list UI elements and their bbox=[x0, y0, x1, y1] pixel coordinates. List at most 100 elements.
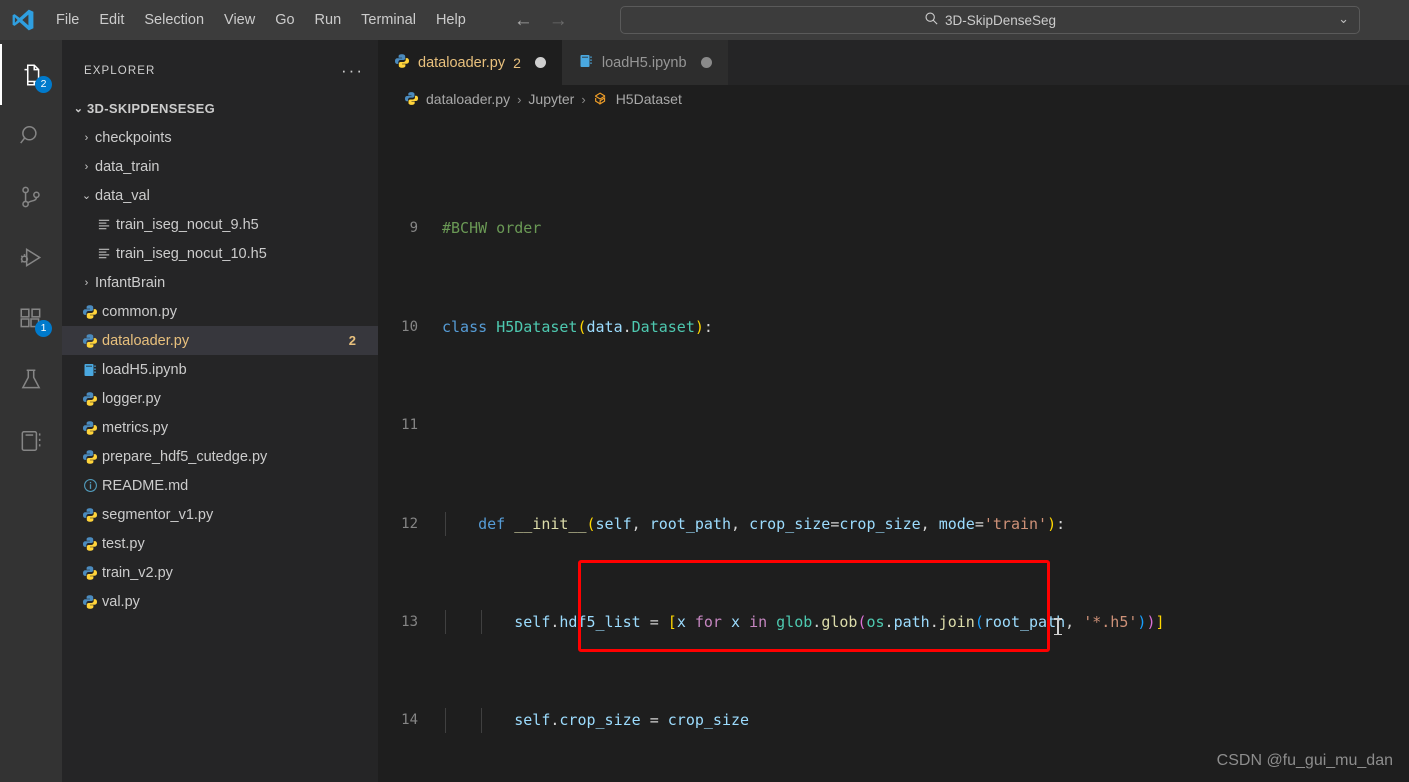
tab-dataloader-py[interactable]: dataloader.py 2 bbox=[378, 40, 562, 85]
code-line: 11 bbox=[378, 413, 1409, 438]
tab-label: dataloader.py bbox=[418, 54, 506, 71]
sidebar-header: EXPLORER ··· bbox=[62, 53, 378, 88]
tree-item-label: segmentor_v1.py bbox=[102, 506, 214, 523]
tree-item-common-py[interactable]: common.py bbox=[62, 297, 378, 326]
chevron-down-icon[interactable]: ⌄ bbox=[1338, 11, 1349, 27]
tree-root-label: 3D-SKIPDENSESEG bbox=[87, 101, 216, 116]
breadcrumb-symbol[interactable]: H5Dataset bbox=[616, 91, 682, 107]
code-line: 13 self.hdf5_list = [x for x in glob.glo… bbox=[378, 609, 1409, 635]
explorer-badge: 2 bbox=[35, 76, 52, 93]
line-content[interactable]: #BCHW order bbox=[440, 216, 1409, 241]
python-icon bbox=[78, 594, 102, 610]
tree-item-train-iseg-nocut-9[interactable]: train_iseg_nocut_9.h5 bbox=[62, 210, 378, 239]
menu-go[interactable]: Go bbox=[265, 8, 304, 32]
python-icon bbox=[78, 507, 102, 523]
chevron-right-icon: › bbox=[84, 276, 89, 289]
code-editor[interactable]: 9 #BCHW order 10 class H5Dataset(data.Da… bbox=[378, 113, 1409, 782]
tab-problem-count: 2 bbox=[513, 54, 521, 71]
back-arrow-icon[interactable]: ← bbox=[514, 11, 533, 30]
tree-item-label: common.py bbox=[102, 303, 177, 320]
watermark-text: CSDN @fu_gui_mu_dan bbox=[1216, 752, 1393, 769]
tree-item-label: metrics.py bbox=[102, 419, 169, 436]
line-number: 9 bbox=[409, 220, 418, 237]
breadcrumb-jupyter[interactable]: Jupyter bbox=[528, 91, 574, 107]
breadcrumb-separator-icon: › bbox=[581, 91, 586, 107]
h5-file-icon bbox=[92, 217, 116, 232]
code-line: 10 class H5Dataset(data.Dataset): bbox=[378, 315, 1409, 340]
tab-dirty-indicator[interactable] bbox=[534, 57, 546, 68]
tree-root-3d-skipdenseseg[interactable]: ⌄ 3D-SKIPDENSESEG bbox=[62, 94, 378, 123]
menu-selection[interactable]: Selection bbox=[134, 8, 214, 32]
python-icon bbox=[78, 420, 102, 436]
tree-item-train-v2-py[interactable]: train_v2.py bbox=[62, 558, 378, 587]
editor-tab-bar: dataloader.py 2 loadH5.ipynb bbox=[378, 40, 1409, 85]
activity-search[interactable] bbox=[0, 105, 62, 166]
line-number: 10 bbox=[401, 318, 418, 335]
line-number: 14 bbox=[401, 712, 418, 729]
activity-bar: 2 1 bbox=[0, 40, 62, 782]
tree-item-logger-py[interactable]: logger.py bbox=[62, 384, 378, 413]
tree-item-infantbrain[interactable]: › InfantBrain bbox=[62, 268, 378, 297]
notebook-icon bbox=[78, 362, 102, 378]
python-icon bbox=[78, 536, 102, 552]
activity-run-and-debug[interactable] bbox=[0, 227, 62, 288]
line-content[interactable]: self.crop_size = crop_size bbox=[440, 708, 1409, 733]
tree-item-label: train_v2.py bbox=[102, 564, 173, 581]
menu-help[interactable]: Help bbox=[426, 8, 476, 32]
tree-item-data-val[interactable]: ⌄ data_val bbox=[62, 181, 378, 210]
tree-item-checkpoints[interactable]: › checkpoints bbox=[62, 123, 378, 152]
menu-run[interactable]: Run bbox=[305, 8, 352, 32]
quick-input-bar[interactable]: 3D-SkipDenseSeg ⌄ bbox=[620, 6, 1360, 34]
code-line: 14 self.crop_size = crop_size bbox=[378, 708, 1409, 733]
breadcrumb-file[interactable]: dataloader.py bbox=[426, 91, 510, 107]
line-content[interactable]: self.hdf5_list = [x for x in glob.glob(o… bbox=[440, 609, 1409, 635]
breadcrumb-separator-icon: › bbox=[517, 91, 522, 107]
tree-item-segmentor-v1-py[interactable]: segmentor_v1.py bbox=[62, 500, 378, 529]
line-content[interactable]: class H5Dataset(data.Dataset): bbox=[440, 315, 1409, 340]
more-actions-icon[interactable]: ··· bbox=[341, 62, 364, 79]
tree-item-loadh5-ipynb[interactable]: loadH5.ipynb bbox=[62, 355, 378, 384]
tab-dirty-indicator[interactable] bbox=[700, 57, 712, 68]
notebook-icon bbox=[21, 430, 41, 451]
line-content[interactable]: def __init__(self, root_path, crop_size=… bbox=[440, 511, 1409, 537]
menu-edit[interactable]: Edit bbox=[89, 8, 134, 32]
problem-count-badge: 2 bbox=[348, 333, 356, 348]
tree-item-train-iseg-nocut-10[interactable]: train_iseg_nocut_10.h5 bbox=[62, 239, 378, 268]
tab-loadh5-ipynb[interactable]: loadH5.ipynb bbox=[561, 40, 728, 85]
explorer-sidebar: EXPLORER ··· ⌄ 3D-SKIPDENSESEG › checkpo… bbox=[62, 40, 378, 782]
vscode-window: File Edit Selection View Go Run Terminal… bbox=[0, 0, 1409, 782]
python-icon bbox=[78, 449, 102, 465]
menu-terminal[interactable]: Terminal bbox=[351, 8, 426, 32]
activity-jupyter[interactable] bbox=[0, 410, 62, 471]
sidebar-title: EXPLORER bbox=[84, 64, 156, 77]
menu-file[interactable]: File bbox=[46, 8, 89, 32]
activity-extensions[interactable]: 1 bbox=[0, 288, 62, 349]
title-bar: File Edit Selection View Go Run Terminal… bbox=[0, 0, 1409, 40]
tree-item-dataloader-py[interactable]: dataloader.py 2 bbox=[62, 326, 378, 355]
tree-item-test-py[interactable]: test.py bbox=[62, 529, 378, 558]
activity-testing[interactable] bbox=[0, 349, 62, 410]
tree-item-label: test.py bbox=[102, 535, 145, 552]
tree-item-label: InfantBrain bbox=[95, 274, 166, 291]
navigation-buttons: ← → bbox=[514, 11, 568, 30]
activity-explorer[interactable]: 2 bbox=[0, 44, 62, 105]
tab-label: loadH5.ipynb bbox=[601, 54, 687, 71]
activity-source-control[interactable] bbox=[0, 166, 62, 227]
source-control-icon bbox=[22, 186, 40, 207]
code-line: 12 def __init__(self, root_path, crop_si… bbox=[378, 511, 1409, 537]
forward-arrow-icon[interactable]: → bbox=[549, 11, 568, 30]
python-icon bbox=[78, 565, 102, 581]
menu-view[interactable]: View bbox=[214, 8, 265, 32]
chevron-down-icon: ⌄ bbox=[73, 103, 84, 115]
tree-item-prepare-hdf5-cutedge-py[interactable]: prepare_hdf5_cutedge.py bbox=[62, 442, 378, 471]
tree-item-label: train_iseg_nocut_9.h5 bbox=[116, 216, 259, 233]
tree-item-data-train[interactable]: › data_train bbox=[62, 152, 378, 181]
tab-bar-filler bbox=[727, 40, 1409, 85]
tree-item-readme-md[interactable]: README.md bbox=[62, 471, 378, 500]
python-icon bbox=[404, 91, 419, 107]
tree-item-metrics-py[interactable]: metrics.py bbox=[62, 413, 378, 442]
tree-item-val-py[interactable]: val.py bbox=[62, 587, 378, 616]
vscode-logo-icon bbox=[0, 8, 46, 32]
extensions-badge: 1 bbox=[35, 320, 52, 337]
line-number: 12 bbox=[401, 515, 418, 532]
